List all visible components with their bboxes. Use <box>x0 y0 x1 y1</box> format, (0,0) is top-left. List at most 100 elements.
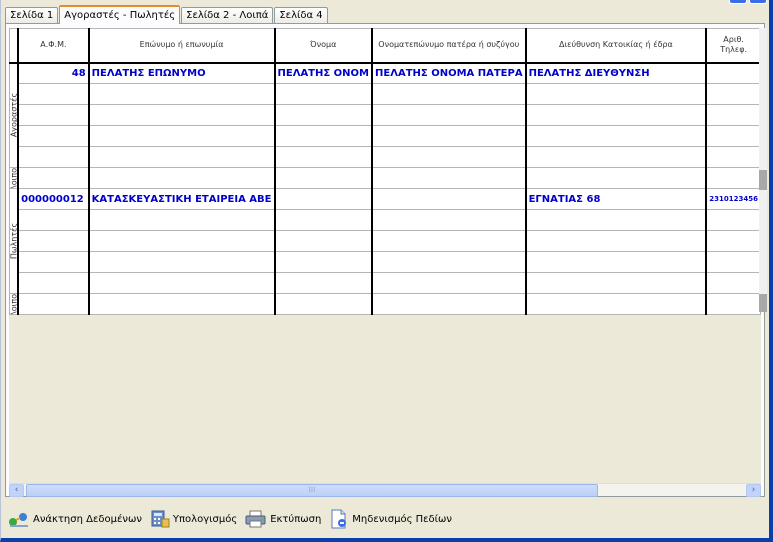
grid-cell[interactable] <box>525 272 708 294</box>
grid-cell[interactable] <box>88 293 276 315</box>
grid-cell[interactable] <box>17 146 90 168</box>
grid-cell[interactable] <box>274 146 374 168</box>
buyer-surname-cell[interactable]: ΠΕΛΑΤΗΣ ΕΠΩΝΥΜΟ <box>88 62 276 84</box>
grid-cell[interactable] <box>525 146 708 168</box>
grid-cell[interactable] <box>705 293 762 315</box>
table-row <box>10 146 762 168</box>
grid-cell[interactable] <box>88 209 276 231</box>
grid-cell[interactable] <box>371 293 527 315</box>
grid-cell[interactable] <box>274 167 374 189</box>
grid-cell[interactable] <box>17 167 90 189</box>
grid-cell[interactable] <box>371 125 527 147</box>
grid-cell[interactable] <box>705 209 762 231</box>
buyer-father-cell[interactable]: ΠΕΛΑΤΗΣ ΟΝΟΜΑ ΠΑΤΕΡΑ <box>371 62 527 84</box>
seller-name-cell[interactable] <box>274 188 374 210</box>
grid-cell[interactable] <box>371 251 527 273</box>
grid-cell[interactable] <box>88 167 276 189</box>
grid-cell[interactable] <box>88 272 276 294</box>
calculate-label: Υπολογισμός <box>172 513 238 525</box>
buyer-address-cell[interactable]: ΠΕΛΑΤΗΣ ΔΙΕΥΘΥΝΣΗ <box>525 62 708 84</box>
grid-cell[interactable] <box>17 104 90 126</box>
seller-father-cell[interactable] <box>371 188 527 210</box>
grid-cell[interactable] <box>274 209 374 231</box>
minimize-button-edge[interactable] <box>729 0 747 4</box>
vertical-scrollbar[interactable] <box>759 28 767 312</box>
horizontal-scroll-thumb[interactable]: ⁞⁞⁞ <box>26 484 598 497</box>
grid-cell[interactable] <box>88 104 276 126</box>
seller-surname-cell[interactable]: ΚΑΤΑΣΚΕΥΑΣΤΙΚΗ ΕΤΑΙΡΕΙΑ ΑΒΕ <box>88 188 276 210</box>
grid-cell[interactable] <box>371 209 527 231</box>
vertical-scroll-thumb-buyers[interactable] <box>759 170 767 190</box>
grid-cell[interactable] <box>705 230 762 252</box>
grid-cell[interactable] <box>17 230 90 252</box>
seller-afm-cell[interactable]: 000000012 <box>17 188 90 210</box>
table-row <box>10 125 762 147</box>
buyer-afm-cell[interactable]: 48 <box>17 62 90 84</box>
grid-cell[interactable] <box>88 146 276 168</box>
horizontal-scrollbar[interactable]: ‹ ⁞⁞⁞ › <box>9 483 761 497</box>
grid-cell[interactable] <box>525 251 708 273</box>
grid-cell[interactable] <box>525 83 708 105</box>
grid-cell[interactable] <box>705 167 762 189</box>
tab-buyers-sellers[interactable]: Αγοραστές - Πωλητές <box>59 5 181 24</box>
title-buttons <box>729 0 767 4</box>
grid-cell[interactable] <box>705 272 762 294</box>
scroll-right-button[interactable]: › <box>746 484 761 497</box>
grid-cell[interactable] <box>705 251 762 273</box>
grid-cell[interactable] <box>705 83 762 105</box>
buyer-name-cell[interactable]: ΠΕΛΑΤΗΣ ΟΝΟΜ <box>274 62 374 84</box>
clear-fields-label: Μηδενισμός Πεδίων <box>352 513 453 525</box>
grid-cell[interactable] <box>525 230 708 252</box>
grid-cell[interactable] <box>705 104 762 126</box>
tab-page-2-misc[interactable]: Σελίδα 2 - Λοιπά <box>181 7 274 23</box>
col-header-address: Διεύθυνση Κατοικίας ή έδρα <box>525 28 708 64</box>
chevron-left-icon: ‹ <box>14 485 19 495</box>
grid-cell[interactable] <box>705 146 762 168</box>
grid-cell[interactable] <box>525 293 708 315</box>
seller-phone-cell[interactable]: 2310123456 <box>705 188 762 210</box>
grid-cell[interactable] <box>525 125 708 147</box>
grid-cell[interactable] <box>17 83 90 105</box>
grid-cell[interactable] <box>274 272 374 294</box>
grid-cell[interactable] <box>17 272 90 294</box>
grid-cell[interactable] <box>88 125 276 147</box>
grid-cell[interactable] <box>371 230 527 252</box>
grid-cell[interactable] <box>525 167 708 189</box>
sellers-extra-row-header: Λοιποί <box>9 293 20 315</box>
buyers-row-header: Αγοραστές <box>9 62 20 168</box>
clear-fields-button[interactable]: Μηδενισμός Πεδίων <box>329 509 452 529</box>
grid-cell[interactable] <box>17 251 90 273</box>
grid-cell[interactable] <box>705 125 762 147</box>
grid-cell[interactable] <box>17 293 90 315</box>
grid-cell[interactable] <box>371 146 527 168</box>
grid-cell[interactable] <box>274 104 374 126</box>
grid-cell[interactable] <box>274 125 374 147</box>
grid-cell[interactable] <box>274 83 374 105</box>
maximize-button-edge[interactable] <box>749 0 767 4</box>
grid-cell[interactable] <box>371 272 527 294</box>
grid-cell[interactable] <box>525 209 708 231</box>
grid-cell[interactable] <box>88 230 276 252</box>
print-button[interactable]: Εκτύπωση <box>245 510 321 528</box>
grid-cell[interactable] <box>371 167 527 189</box>
grid-cell[interactable] <box>371 104 527 126</box>
table-row <box>10 251 762 273</box>
tab-page-4[interactable]: Σελίδα 4 <box>274 7 328 23</box>
grid-cell[interactable] <box>88 83 276 105</box>
buyers-label: Αγοραστές <box>9 93 19 138</box>
grid-cell[interactable] <box>274 251 374 273</box>
load-data-button[interactable]: Ανάκτηση Δεδομένων <box>8 510 142 528</box>
buyer-phone-cell[interactable] <box>705 62 762 84</box>
grid-cell[interactable] <box>17 209 90 231</box>
grid-cell[interactable] <box>274 293 374 315</box>
grid-cell[interactable] <box>525 104 708 126</box>
vertical-scroll-thumb-sellers[interactable] <box>759 294 767 312</box>
grid-cell[interactable] <box>274 230 374 252</box>
calculate-button[interactable]: Υπολογισμός <box>150 510 237 528</box>
grid-cell[interactable] <box>17 125 90 147</box>
seller-address-cell[interactable]: ΕΓΝΑΤΙΑΣ 68 <box>525 188 708 210</box>
grid-cell[interactable] <box>88 251 276 273</box>
grid-cell[interactable] <box>371 83 527 105</box>
scroll-left-button[interactable]: ‹ <box>9 484 24 497</box>
tab-page-1[interactable]: Σελίδα 1 <box>5 7 59 23</box>
